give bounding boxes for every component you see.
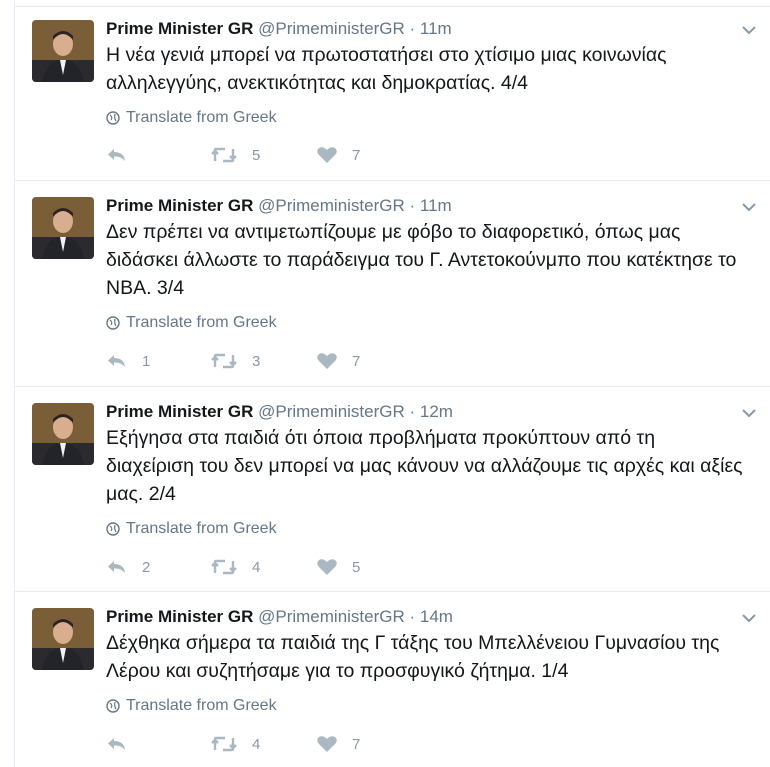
- like-button[interactable]: 7: [316, 733, 360, 755]
- author-handle[interactable]: @PrimeministerGR: [258, 607, 405, 626]
- heart-icon: [317, 147, 337, 163]
- tweet-header: Prime Minister GR @PrimeministerGR · 11m: [106, 19, 452, 39]
- reply-icon: [108, 561, 125, 573]
- retweet-count: 4: [252, 735, 261, 753]
- tweet[interactable]: Prime Minister GR @PrimeministerGR · 11m…: [15, 7, 770, 181]
- retweet-count: 3: [252, 352, 261, 370]
- reply-count: 1: [142, 352, 151, 370]
- tweet-text: Εξήγησα στα παιδιά ότι όποια προβλήματα …: [106, 427, 743, 505]
- globe-icon: [106, 316, 120, 330]
- separator: ·: [404, 19, 420, 38]
- like-button[interactable]: 7: [316, 144, 360, 166]
- retweet-button[interactable]: 4: [210, 556, 260, 578]
- globe-icon: [106, 522, 120, 536]
- heart-icon: [317, 353, 337, 369]
- retweet-icon: [211, 147, 237, 163]
- author-name[interactable]: Prime Minister GR: [106, 19, 253, 38]
- avatar[interactable]: [32, 608, 94, 670]
- reply-button[interactable]: 2: [106, 556, 150, 578]
- author-handle[interactable]: @PrimeministerGR: [258, 402, 405, 421]
- chevron-down-icon[interactable]: [741, 612, 757, 624]
- heart-icon: [317, 736, 337, 752]
- translate-label: Translate from Greek: [126, 697, 277, 714]
- tweet-header: Prime Minister GR @PrimeministerGR · 12m: [106, 402, 453, 422]
- translate-label: Translate from Greek: [126, 520, 277, 537]
- timestamp[interactable]: 11m: [420, 196, 452, 215]
- retweet-icon: [211, 736, 237, 752]
- timeline: Prime Minister GR @PrimeministerGR · 11m…: [14, 0, 770, 767]
- reply-button[interactable]: [106, 144, 142, 166]
- globe-icon: [106, 111, 120, 125]
- separator: ·: [404, 402, 420, 421]
- translate-label: Translate from Greek: [126, 314, 277, 331]
- heart-icon: [317, 559, 337, 575]
- tweet-text: Δέχθηκα σήμερα τα παιδιά της Γ τάξης του…: [106, 632, 720, 682]
- timestamp[interactable]: 12m: [420, 402, 453, 421]
- author-name[interactable]: Prime Minister GR: [106, 607, 253, 626]
- tweet[interactable]: Prime Minister GR @PrimeministerGR · 12m…: [15, 387, 770, 592]
- separator: ·: [404, 607, 420, 626]
- like-button[interactable]: 5: [316, 556, 360, 578]
- translate-link[interactable]: Translate from Greek: [106, 696, 277, 716]
- like-count: 5: [352, 558, 361, 576]
- author-handle[interactable]: @PrimeministerGR: [258, 19, 405, 38]
- author-handle[interactable]: @PrimeministerGR: [258, 196, 405, 215]
- separator: ·: [404, 196, 420, 215]
- retweet-button[interactable]: 3: [210, 350, 260, 372]
- chevron-down-icon[interactable]: [741, 24, 757, 36]
- author-name[interactable]: Prime Minister GR: [106, 196, 253, 215]
- translate-link[interactable]: Translate from Greek: [106, 108, 277, 128]
- translate-link[interactable]: Translate from Greek: [106, 519, 277, 539]
- avatar[interactable]: [32, 197, 94, 259]
- like-count: 7: [352, 735, 361, 753]
- tweet[interactable]: Prime Minister GR @PrimeministerGR · 11m…: [15, 181, 770, 387]
- avatar[interactable]: [32, 403, 94, 465]
- chevron-down-icon[interactable]: [741, 407, 757, 419]
- tweet-header: Prime Minister GR @PrimeministerGR · 14m: [106, 607, 453, 627]
- timestamp[interactable]: 14m: [420, 607, 453, 626]
- reply-icon: [108, 355, 125, 367]
- translate-link[interactable]: Translate from Greek: [106, 313, 277, 333]
- retweet-icon: [211, 353, 237, 369]
- like-button[interactable]: 7: [316, 350, 360, 372]
- retweet-count: 4: [252, 558, 261, 576]
- retweet-button[interactable]: 5: [210, 144, 260, 166]
- retweet-button[interactable]: 4: [210, 733, 260, 755]
- like-count: 7: [352, 146, 361, 164]
- tweet-text: Η νέα γενιά μπορεί να πρωτοστατήσει στο …: [106, 44, 667, 94]
- like-count: 7: [352, 352, 361, 370]
- tweet-text: Δεν πρέπει να αντιμετωπίζουμε με φόβο το…: [106, 221, 737, 299]
- reply-count: 2: [142, 558, 151, 576]
- tweet[interactable]: Prime Minister GR @PrimeministerGR · 14m…: [15, 592, 770, 767]
- retweet-icon: [211, 559, 237, 575]
- tweet-header: Prime Minister GR @PrimeministerGR · 11m: [106, 196, 452, 216]
- globe-icon: [106, 699, 120, 713]
- reply-icon: [108, 149, 125, 161]
- author-name[interactable]: Prime Minister GR: [106, 402, 253, 421]
- reply-button[interactable]: 1: [106, 350, 150, 372]
- retweet-count: 5: [252, 146, 261, 164]
- chevron-down-icon[interactable]: [741, 201, 757, 213]
- reply-icon: [108, 738, 125, 750]
- avatar[interactable]: [32, 20, 94, 82]
- timestamp[interactable]: 11m: [420, 19, 452, 38]
- translate-label: Translate from Greek: [126, 109, 277, 126]
- reply-button[interactable]: [106, 733, 142, 755]
